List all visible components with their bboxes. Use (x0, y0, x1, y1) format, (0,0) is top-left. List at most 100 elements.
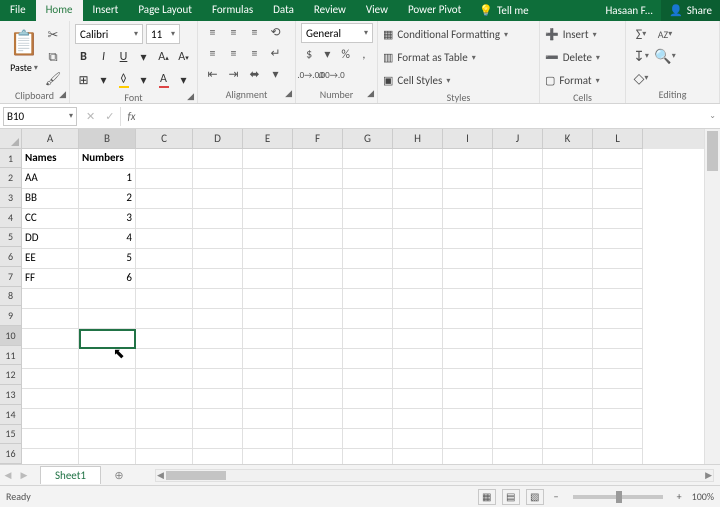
align-middle-button[interactable]: ≡ (224, 23, 243, 42)
cell[interactable] (393, 269, 443, 289)
column-header[interactable]: F (293, 129, 343, 149)
cell[interactable] (543, 209, 593, 229)
cell[interactable] (493, 389, 543, 409)
cell[interactable] (136, 269, 193, 289)
cell[interactable] (136, 229, 193, 249)
zoom-level[interactable]: 100% (692, 490, 714, 503)
zoom-slider[interactable] (573, 495, 663, 499)
cell[interactable] (493, 209, 543, 229)
increase-decimal-button[interactable]: .0→.00 (301, 66, 320, 85)
tell-me-search[interactable]: 💡 Tell me (471, 0, 536, 21)
row-header[interactable]: 9 (0, 306, 22, 326)
fill-button[interactable]: ↧▾ (631, 46, 651, 66)
column-header[interactable]: C (136, 129, 193, 149)
cell[interactable] (593, 149, 643, 169)
cell[interactable] (136, 449, 193, 464)
format-cells-button[interactable]: ▢Format▾ (545, 70, 600, 91)
cell[interactable]: 1 (79, 169, 136, 189)
row-header[interactable]: 14 (0, 405, 22, 425)
cell[interactable] (243, 289, 293, 309)
row-header[interactable]: 13 (0, 385, 22, 405)
cell[interactable] (293, 309, 343, 329)
prev-sheet-button[interactable]: ◀ (0, 470, 16, 481)
cell[interactable] (293, 389, 343, 409)
column-header[interactable]: G (343, 129, 393, 149)
cell[interactable] (593, 269, 643, 289)
cell[interactable] (343, 309, 393, 329)
font-size-dropdown[interactable]: 11▾ (146, 24, 180, 44)
cell[interactable] (243, 269, 293, 289)
autosum-button[interactable]: Σ▾ (631, 24, 651, 44)
cell[interactable] (22, 429, 79, 449)
align-center-button[interactable]: ≡ (224, 44, 243, 63)
cell[interactable] (293, 209, 343, 229)
row-header[interactable]: 4 (0, 208, 22, 228)
cell[interactable] (136, 429, 193, 449)
cell[interactable] (493, 229, 543, 249)
cell[interactable] (393, 249, 443, 269)
cell[interactable] (293, 289, 343, 309)
paste-button[interactable]: 📋 Paste▾ (5, 23, 43, 89)
cell[interactable] (243, 229, 293, 249)
cell[interactable]: FF (22, 269, 79, 289)
page-layout-view-button[interactable]: ▤ (502, 489, 520, 505)
sort-filter-button[interactable]: AZ▾ (655, 24, 675, 44)
cell[interactable] (343, 389, 393, 409)
cell[interactable] (443, 429, 493, 449)
conditional-formatting-button[interactable]: ▦ Conditional Formatting ▾ (383, 24, 508, 45)
row-header[interactable]: 8 (0, 287, 22, 307)
tab-formulas[interactable]: Formulas (202, 0, 263, 21)
page-break-view-button[interactable]: ▧ (526, 489, 544, 505)
zoom-out-button[interactable]: − (550, 490, 563, 503)
cell[interactable] (393, 209, 443, 229)
cell[interactable] (543, 189, 593, 209)
cell[interactable] (293, 229, 343, 249)
cell[interactable] (293, 329, 343, 349)
cell[interactable] (593, 209, 643, 229)
cell[interactable]: AA (22, 169, 79, 189)
cell[interactable]: 3 (79, 209, 136, 229)
cell[interactable] (136, 149, 193, 169)
cell[interactable]: DD (22, 229, 79, 249)
cut-button[interactable]: ✂ (43, 25, 63, 45)
cell[interactable] (593, 249, 643, 269)
insert-cells-button[interactable]: ➕Insert▾ (545, 24, 600, 45)
cell[interactable] (136, 329, 193, 349)
cell[interactable] (593, 189, 643, 209)
cell[interactable] (393, 429, 443, 449)
cell[interactable] (593, 409, 643, 429)
number-format-dropdown[interactable]: General▾ (301, 23, 373, 43)
decrease-font-button[interactable]: A▾ (175, 48, 192, 66)
cell[interactable] (593, 309, 643, 329)
cell[interactable] (136, 209, 193, 229)
cell[interactable] (393, 309, 443, 329)
align-top-button[interactable]: ≡ (203, 23, 222, 42)
cell[interactable] (343, 189, 393, 209)
cell[interactable] (393, 149, 443, 169)
cell[interactable] (193, 249, 243, 269)
cell[interactable] (493, 269, 543, 289)
cell-styles-button[interactable]: ▣ Cell Styles ▾ (383, 70, 508, 91)
cell[interactable] (343, 449, 393, 464)
column-header[interactable]: L (593, 129, 643, 149)
italic-button[interactable]: I (95, 48, 112, 66)
cell[interactable] (136, 249, 193, 269)
row-header[interactable]: 5 (0, 228, 22, 248)
cell[interactable] (443, 449, 493, 464)
cell[interactable] (543, 269, 593, 289)
cell[interactable] (243, 429, 293, 449)
delete-cells-button[interactable]: ➖Delete▾ (545, 47, 600, 68)
cell[interactable] (136, 169, 193, 189)
cell[interactable] (393, 329, 443, 349)
cell[interactable] (493, 429, 543, 449)
cell[interactable] (393, 369, 443, 389)
decrease-indent-button[interactable]: ⇤ (203, 65, 222, 84)
cell[interactable] (136, 409, 193, 429)
cell[interactable] (243, 169, 293, 189)
launcher-icon[interactable]: ◢ (367, 88, 374, 99)
scroll-right-icon[interactable]: ▶ (705, 470, 712, 481)
cell[interactable] (293, 189, 343, 209)
cell[interactable] (22, 409, 79, 429)
cell[interactable] (443, 309, 493, 329)
cell[interactable] (543, 409, 593, 429)
